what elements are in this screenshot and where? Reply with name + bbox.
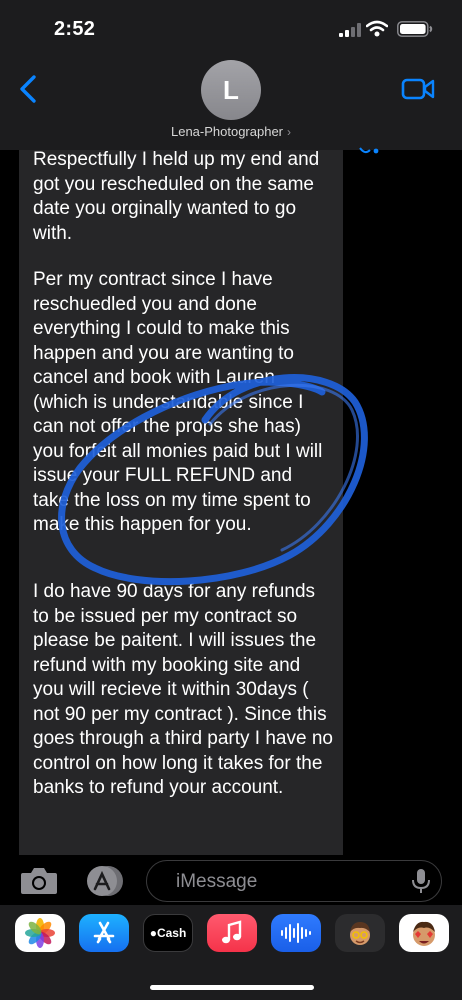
photos-app-icon[interactable] xyxy=(15,914,65,952)
message-paragraph-1: Respectfully I held up my end and got yo… xyxy=(33,149,320,244)
partial-message-edge xyxy=(359,147,379,154)
avatar-initial: L xyxy=(223,74,239,105)
back-chevron-icon[interactable] xyxy=(14,74,44,104)
app-store-button-icon[interactable] xyxy=(82,864,126,898)
status-bar: 2:52 xyxy=(0,0,462,56)
battery-icon xyxy=(397,21,433,37)
music-app-icon[interactable] xyxy=(207,914,257,952)
home-indicator[interactable] xyxy=(150,985,314,990)
apple-logo-icon: ● xyxy=(149,926,157,940)
contact-avatar[interactable]: L xyxy=(201,60,261,120)
status-time: 2:52 xyxy=(54,18,96,40)
message-paragraph-3: I do have 90 days for any refunds to be … xyxy=(33,581,333,798)
imessage-placeholder: iMessage xyxy=(176,871,258,892)
message-paragraph-2: Per my contract since I have reschuedled… xyxy=(33,269,323,535)
cellular-signal-icon xyxy=(339,23,361,37)
contact-name-button[interactable]: Lena-Photographer › xyxy=(0,124,462,139)
chevron-right-icon: › xyxy=(287,125,292,139)
apple-cash-label: ●Cash xyxy=(150,926,187,940)
apple-cash-app-icon[interactable]: ●Cash xyxy=(143,914,193,952)
dictation-mic-icon[interactable] xyxy=(410,868,432,894)
app-store-app-icon[interactable] xyxy=(79,914,129,952)
wifi-icon xyxy=(366,20,388,37)
camera-icon[interactable] xyxy=(20,866,58,896)
memoji-stickers-app-icon[interactable] xyxy=(399,914,449,952)
contact-name-label: Lena-Photographer xyxy=(170,124,284,139)
memoji-app-icon[interactable] xyxy=(335,914,385,952)
audio-message-app-icon[interactable] xyxy=(271,914,321,952)
cash-text: Cash xyxy=(156,926,187,940)
facetime-video-icon[interactable] xyxy=(401,77,435,101)
